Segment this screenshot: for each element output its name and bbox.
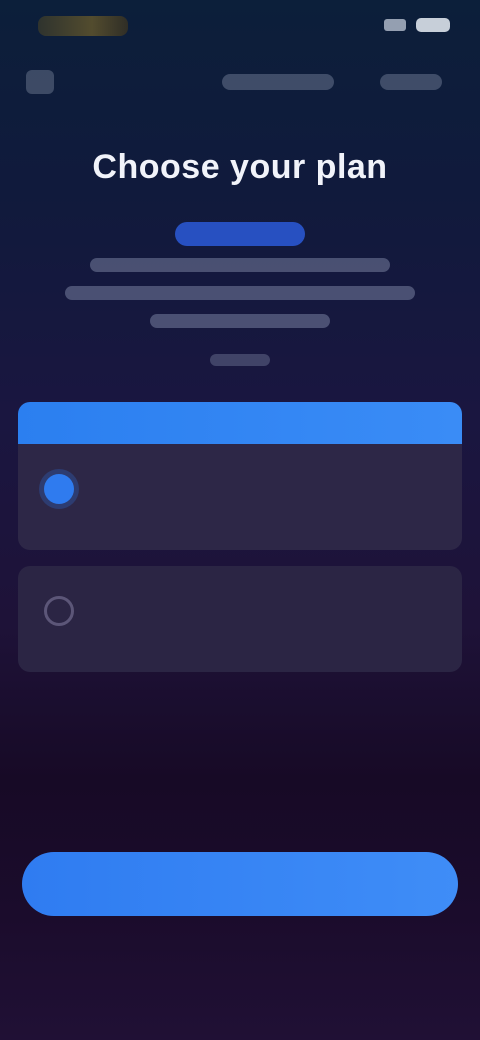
status-time bbox=[38, 16, 128, 36]
description-line bbox=[150, 314, 330, 328]
status-icons bbox=[384, 18, 450, 32]
signal-icon bbox=[384, 19, 406, 31]
description-line bbox=[65, 286, 415, 300]
continue-button[interactable] bbox=[22, 852, 458, 916]
radio-unselected-icon[interactable] bbox=[44, 596, 74, 626]
status-bar bbox=[0, 0, 480, 52]
plan-option-2[interactable] bbox=[18, 566, 462, 672]
small-note bbox=[210, 354, 270, 366]
nav-link-restore[interactable] bbox=[222, 74, 334, 90]
description bbox=[60, 258, 420, 342]
battery-icon bbox=[416, 18, 450, 32]
plan-option-1[interactable] bbox=[18, 444, 462, 550]
plan-price-box bbox=[336, 466, 436, 526]
best-value-banner bbox=[18, 402, 462, 444]
page-title: Choose your plan bbox=[92, 148, 388, 186]
back-icon[interactable] bbox=[26, 70, 54, 94]
radio-selected-icon[interactable] bbox=[44, 474, 74, 504]
plan-chip bbox=[175, 222, 305, 246]
top-nav bbox=[0, 62, 480, 102]
description-line bbox=[90, 258, 390, 272]
nav-link-close[interactable] bbox=[380, 74, 442, 90]
plan-price-box bbox=[336, 588, 436, 648]
